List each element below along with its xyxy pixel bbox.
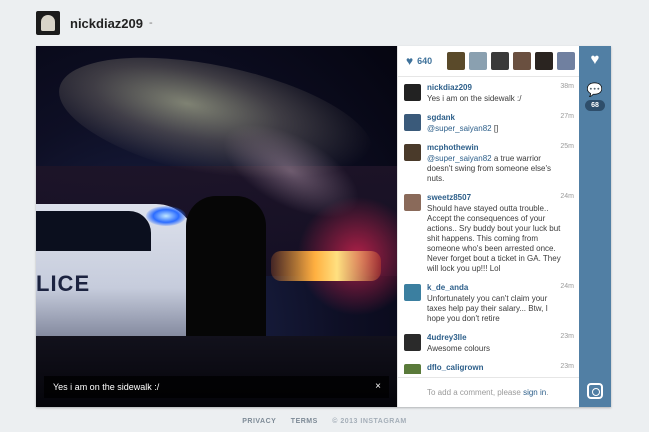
comment-item: nickdiaz209 Yes i am on the sidewalk :/ 38…	[398, 78, 580, 108]
terms-link[interactable]: TERMS	[291, 418, 318, 425]
comment-timestamp: 24m	[560, 283, 574, 290]
add-comment-prompt: To add a comment, please sign in.	[398, 377, 580, 407]
avatar[interactable]	[404, 144, 421, 161]
comment-timestamp: 23m	[560, 363, 574, 370]
liker-avatar[interactable]	[535, 52, 554, 70]
comment-username[interactable]: dflo_caligrown	[427, 363, 567, 373]
username-link[interactable]: nickdiaz209	[70, 16, 143, 31]
comment-item: dflo_caligrownbitch23m	[398, 358, 580, 374]
caption-text: Yes i am on the sidewalk :/	[53, 382, 160, 392]
copyright: © 2013 INSTAGRAM	[332, 418, 407, 425]
add-comment-text: To add a comment, please	[427, 388, 524, 397]
comment-text: Yes i am on the sidewalk :/	[427, 94, 522, 103]
avatar[interactable]	[404, 334, 421, 351]
avatar[interactable]	[404, 114, 421, 131]
photo[interactable]: LICE Yes i am on the sidewalk :/ ×	[36, 46, 397, 407]
comment-username[interactable]: 4udrey3lle	[427, 333, 567, 343]
comment-item: 4udrey3lle Awesome colours 23m	[398, 328, 580, 358]
add-comment-suffix: .	[546, 388, 549, 397]
comment-item: mcphothewin @super_saiyan82 a true warrio…	[398, 138, 580, 188]
comment-text: Should have stayed outta trouble.. Accep…	[427, 204, 561, 273]
profile-header: nickdiaz209 -	[36, 10, 153, 36]
comment-timestamp: 23m	[560, 333, 574, 340]
comment-timestamp: 38m	[560, 83, 574, 90]
liker-avatar[interactable]	[447, 52, 466, 70]
action-rail: ♥ 💬 68	[579, 46, 611, 407]
heart-icon[interactable]: ♥	[406, 54, 413, 68]
likes-row: ♥ 640	[398, 46, 579, 77]
comment-username[interactable]: nickdiaz209	[427, 83, 567, 93]
comment-item: k_de_anda Unfortunately you can't claim y…	[398, 278, 580, 328]
comment-item: sgdank @super_saiyan82 [] 27m	[398, 108, 580, 138]
likes-count[interactable]: 640	[417, 56, 439, 66]
liker-avatar[interactable]	[513, 52, 532, 70]
avatar[interactable]	[404, 194, 421, 211]
like-button[interactable]: ♥	[579, 51, 611, 68]
instagram-icon[interactable]	[587, 383, 603, 399]
comment-username[interactable]: k_de_anda	[427, 283, 567, 293]
footer: PRIVACY TERMS © 2013 INSTAGRAM	[0, 418, 649, 425]
avatar[interactable]	[404, 284, 421, 301]
comment-timestamp: 27m	[560, 113, 574, 120]
comment-mention[interactable]: @super_saiyan82	[427, 154, 492, 163]
close-icon[interactable]: ×	[375, 376, 381, 398]
comment-username[interactable]: mcphothewin	[427, 143, 567, 153]
avatar[interactable]	[36, 11, 60, 35]
comment-button[interactable]: 💬	[579, 82, 611, 98]
photo-card: LICE Yes i am on the sidewalk :/ × ♥ 640…	[36, 46, 611, 407]
comment-text: Unfortunately you can't claim your taxes…	[427, 294, 548, 323]
sign-in-link[interactable]: sign in	[523, 388, 546, 397]
comment-mention[interactable]: @super_saiyan82	[427, 124, 492, 133]
comment-username[interactable]: sgdank	[427, 113, 567, 123]
liker-avatar[interactable]	[469, 52, 488, 70]
avatar[interactable]	[404, 364, 421, 374]
chevron-down-icon[interactable]: -	[149, 17, 153, 29]
comments-list: nickdiaz209 Yes i am on the sidewalk :/ 38…	[398, 78, 580, 374]
likers-list	[447, 52, 576, 70]
liker-avatar[interactable]	[557, 52, 576, 70]
comment-text: []	[491, 124, 499, 133]
liker-avatar[interactable]	[491, 52, 510, 70]
privacy-link[interactable]: PRIVACY	[242, 418, 276, 425]
comment-timestamp: 25m	[560, 143, 574, 150]
details-panel: ♥ 640 nickdiaz209 Yes i am on the sidewal…	[397, 46, 580, 407]
comment-username[interactable]: sweetz8507	[427, 193, 567, 203]
comment-count-badge: 68	[585, 100, 605, 111]
comment-timestamp: 24m	[560, 193, 574, 200]
avatar[interactable]	[404, 84, 421, 101]
photo-caption: Yes i am on the sidewalk :/ ×	[44, 376, 389, 398]
comment-item: sweetz8507 Should have stayed outta troub…	[398, 188, 580, 278]
comment-text: Awesome colours	[427, 344, 490, 353]
